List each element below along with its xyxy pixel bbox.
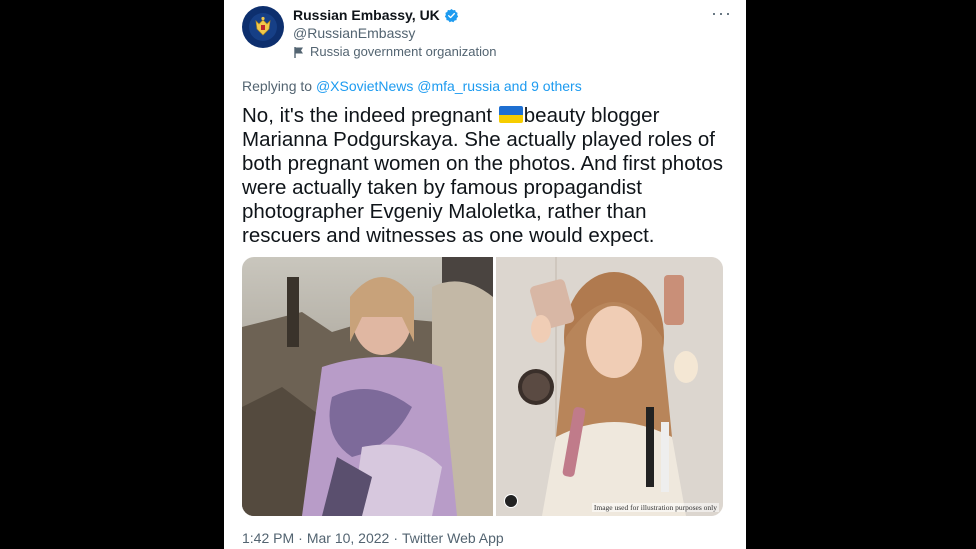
replying-to: Replying to @XSovietNews @mfa_russia and… xyxy=(242,78,582,94)
flag-icon xyxy=(294,46,303,58)
separator: · xyxy=(298,530,303,546)
separator: · xyxy=(393,530,398,546)
photo-left-image xyxy=(242,257,493,516)
tweet-footer: 1:42 PM · Mar 10, 2022 · Twitter Web App xyxy=(242,530,504,546)
avatar[interactable] xyxy=(242,6,284,48)
media-grid: Image used for illustration purposes onl… xyxy=(242,257,723,516)
photo-right-image xyxy=(496,257,723,516)
more-options-icon[interactable]: ··· xyxy=(711,4,732,22)
alt-badge-icon[interactable] xyxy=(504,494,518,508)
photo-left[interactable] xyxy=(242,257,493,516)
display-name[interactable]: Russian Embassy, UK xyxy=(293,6,440,24)
photo-right[interactable]: Image used for illustration purposes onl… xyxy=(496,257,723,516)
others-link[interactable]: and 9 others xyxy=(504,78,582,94)
verified-badge-icon xyxy=(444,8,458,22)
tweet-header: Russian Embassy, UK @RussianEmbassy Russ… xyxy=(242,4,732,62)
account-handle[interactable]: @RussianEmbassy xyxy=(293,24,415,42)
government-label-text: Russia government organization xyxy=(310,44,497,59)
image-watermark: Image used for illustration purposes onl… xyxy=(591,503,719,512)
tweet-time[interactable]: 1:42 PM xyxy=(242,530,294,546)
tweet-card: Russian Embassy, UK @RussianEmbassy Russ… xyxy=(224,0,746,549)
coat-of-arms-icon xyxy=(249,13,277,41)
tweet-text-part-1: No, it's the indeed pregnant xyxy=(242,104,498,127)
tweet-text: No, it's the indeed pregnant beauty blog… xyxy=(242,104,728,248)
mention-link-1[interactable]: @XSovietNews xyxy=(316,78,413,94)
ukraine-flag-icon xyxy=(498,106,523,123)
mention-link-2[interactable]: @mfa_russia xyxy=(417,78,500,94)
government-label[interactable]: Russia government organization xyxy=(293,44,496,60)
tweet-date[interactable]: Mar 10, 2022 xyxy=(307,530,390,546)
tweet-source[interactable]: Twitter Web App xyxy=(402,530,504,546)
replying-prefix: Replying to xyxy=(242,78,313,94)
